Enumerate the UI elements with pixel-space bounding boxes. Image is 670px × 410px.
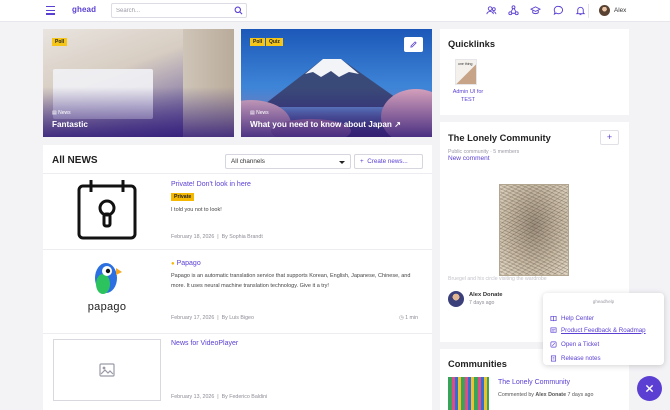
menu-icon[interactable] [46,6,55,15]
papago-logo-icon [95,262,122,294]
add-button[interactable]: + [600,130,619,145]
ticket-icon [550,341,557,347]
top-bar: ghead Alex [0,0,670,22]
hero-type-label: ▤ News [250,110,269,116]
feedback-icon [550,327,557,333]
header-divider [588,4,589,18]
help-center-link[interactable]: Help Center [550,313,594,323]
news-item-title[interactable]: News for VideoPlayer [171,340,238,347]
hero-card-fantastic[interactable]: Poll ▤ News Fantastic [43,29,234,137]
quicklink-thumbnail[interactable]: one thing [455,59,477,85]
news-item[interactable]: News for VideoPlayer February 13, 2026 |… [43,333,432,410]
community-title[interactable]: The Lonely Community [448,133,551,143]
feed-title: All NEWS [52,155,98,166]
help-menu: gheadhelp Help Center Product Feedback &… [543,293,664,365]
chat-icon[interactable] [553,5,564,16]
quicklink-admin-ui[interactable]: Admin UI for TEST [451,88,485,104]
commenter-name[interactable]: Alex Donate [469,292,503,298]
quicklinks-title: Quicklinks [448,39,496,49]
app-logo[interactable]: ghead [72,5,96,14]
comment-time: 7 days ago [469,300,495,306]
read-time: ◷ 1 min [399,315,419,321]
hero-tag: Poll [250,38,266,46]
news-item-meta: February 17, 2026 | By Luis Bigeo [171,315,254,321]
lock-icon [77,180,137,240]
news-item-title[interactable]: Private! Don't look in here [171,181,251,188]
hero-type-label: ▤ News [52,110,71,116]
news-item-excerpt: Papago is an automatic translation servi… [171,273,411,289]
help-menu-header: gheadhelp [592,299,615,304]
notes-icon [550,355,557,361]
hero-tag: Quiz [266,38,283,46]
news-item-meta: February 13, 2026 | By Federico Baldini [171,394,268,400]
hero-shade [43,87,234,137]
hero-title[interactable]: Fantastic [52,120,88,129]
feedback-roadmap-link[interactable]: Product Feedback & Roadmap [550,325,646,335]
news-item-excerpt: I told you not to look! [171,207,222,213]
close-icon [645,384,654,393]
book-icon [550,315,557,321]
private-badge: Private [171,193,195,201]
papago-wordmark: papago [87,300,127,313]
release-notes-link[interactable]: Release notes [550,353,601,363]
chevron-down-icon [339,161,345,164]
hero-shade [241,87,432,137]
pencil-icon [410,41,417,48]
news-thumbnail [53,339,161,401]
channel-select[interactable]: All channels [225,154,351,169]
people-icon[interactable] [486,5,497,16]
bell-icon[interactable] [575,5,586,16]
community-link[interactable]: The Lonely Community [498,379,570,386]
image-placeholder-icon [99,363,115,377]
news-thumbnail: papago [53,255,161,317]
close-help-button[interactable] [637,376,662,401]
community-activity: Commented by Alex Donate 7 days ago [498,392,594,398]
graduation-icon[interactable] [530,5,541,16]
news-item-title[interactable]: ● Papago [171,260,201,267]
search-input[interactable] [116,5,226,17]
quicklinks-panel: Quicklinks one thing Admin UI for TEST [440,29,629,115]
news-item[interactable]: papago ● Papago Papago is an automatic t… [43,249,432,341]
search-icon[interactable] [234,6,243,15]
network-icon[interactable] [508,5,519,16]
hero-card-japan[interactable]: Poll Quiz ▤ News What you need to know a… [241,29,432,137]
user-avatar[interactable] [599,5,610,16]
community-thumbnail[interactable] [448,377,489,410]
open-ticket-link[interactable]: Open a Ticket [550,339,599,349]
edit-button[interactable] [404,37,423,52]
news-item-meta: February 18, 2026 | By Sophia Brandt [171,234,263,240]
hero-tag: Poll [52,38,68,46]
hero-title[interactable]: What you need to know about Japan ↗ [250,119,401,129]
news-feed: All NEWS All channels + Create news... P… [43,145,432,410]
user-name[interactable]: Alex [614,7,626,14]
image-caption: Bruegel and his circle visiting the ward… [448,276,547,282]
create-news-button[interactable]: + Create news... [354,154,423,169]
new-comment-link[interactable]: New comment [448,155,490,162]
commenter-avatar[interactable] [448,291,464,307]
communities-title: Communities [448,359,507,369]
community-image[interactable] [499,184,569,276]
news-thumbnail [53,179,161,241]
search-box[interactable] [111,3,247,18]
